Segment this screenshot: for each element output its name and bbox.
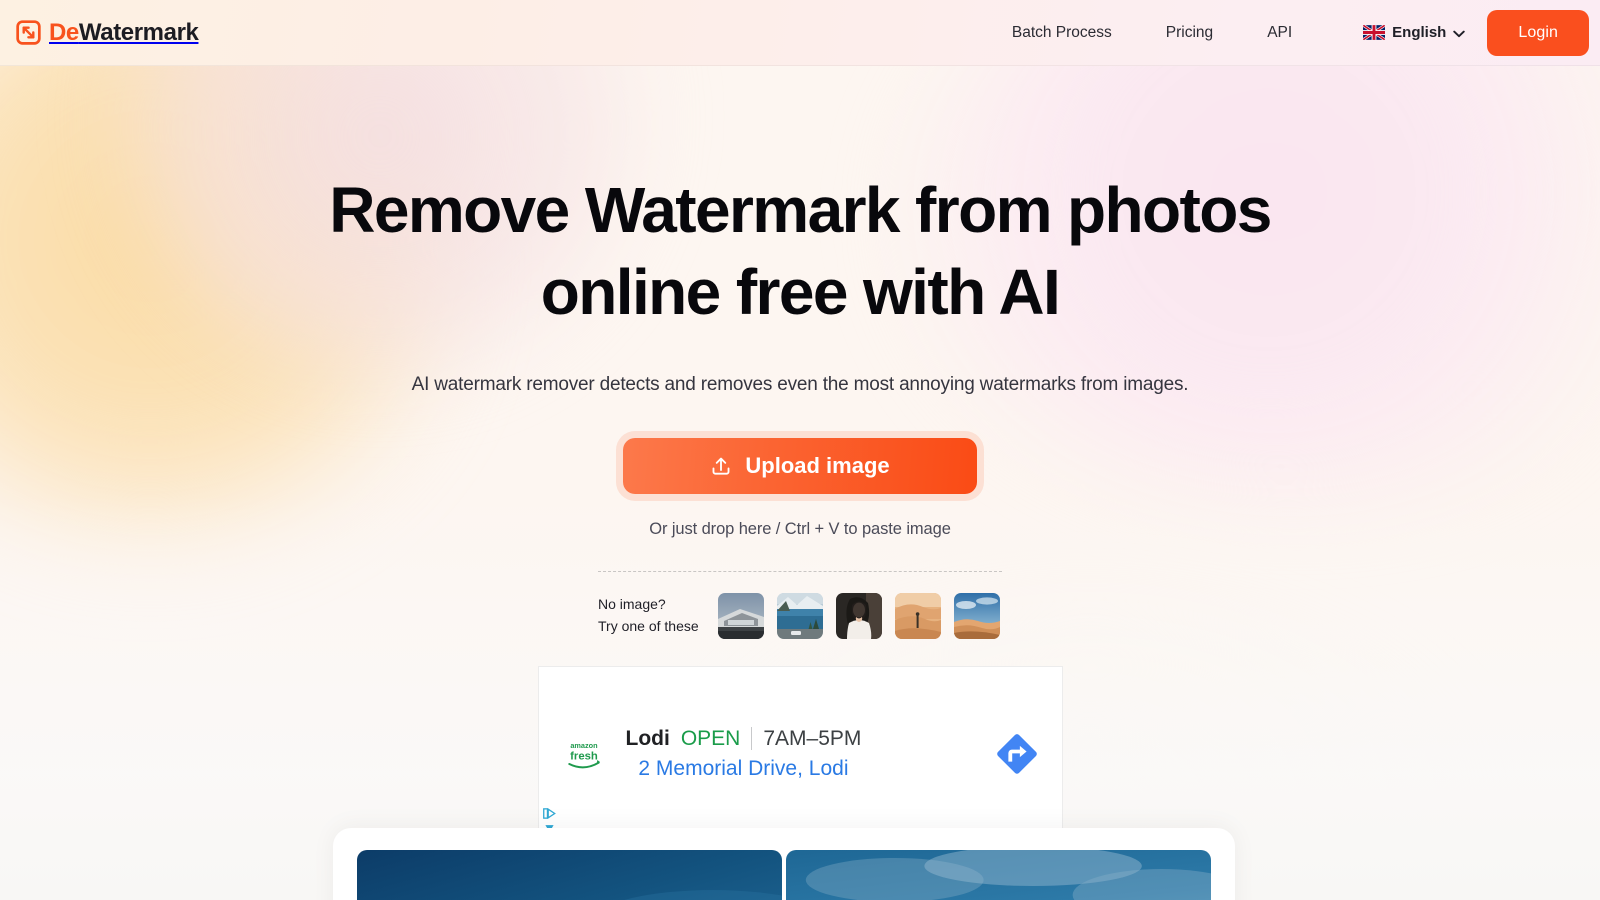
- sample-thumb-portrait[interactable]: [835, 592, 882, 639]
- nav-batch-process[interactable]: Batch Process: [985, 0, 1139, 66]
- preview-panel-after-image: [786, 850, 1211, 900]
- sample-thumb-portrait-image: [835, 592, 882, 639]
- advertisement-slot: amazon fresh Lodi OPEN 7AM–5PM 2 Memoria…: [537, 665, 1063, 842]
- uk-flag-icon: [1363, 25, 1386, 40]
- ad-store-name: Lodi: [625, 726, 670, 750]
- sample-thumb-desert-sky-image: [953, 592, 1000, 639]
- ad-headline-row: Lodi OPEN 7AM–5PM: [625, 726, 861, 750]
- sample-thumb-desert-sky[interactable]: [953, 592, 1000, 639]
- sample-thumb-mountain-lake[interactable]: [776, 592, 823, 639]
- amazon-fresh-logo-icon: amazon fresh: [567, 741, 600, 769]
- drop-hint-text: Or just drop here / Ctrl + V to paste im…: [649, 519, 951, 538]
- sample-thumb-house-image: [717, 592, 764, 639]
- brand-name-prefix: De: [49, 18, 79, 46]
- upload-icon: [712, 457, 730, 475]
- brand-logo[interactable]: DeWatermark: [16, 18, 199, 46]
- login-button[interactable]: Login: [1487, 9, 1589, 56]
- samples-divider: [598, 570, 1002, 572]
- ad-hours: 7AM–5PM: [751, 726, 861, 750]
- ad-text-block: Lodi OPEN 7AM–5PM 2 Memorial Drive, Lodi: [625, 726, 862, 781]
- language-switcher[interactable]: English: [1319, 24, 1481, 41]
- sample-thumb-desert-person[interactable]: [894, 592, 941, 639]
- brand-name: DeWatermark: [49, 18, 199, 46]
- chevron-down-icon: [1453, 30, 1466, 37]
- comparison-panels: [357, 850, 1211, 900]
- ad-address-link[interactable]: 2 Memorial Drive, Lodi: [626, 757, 862, 781]
- comparison-preview-card: [333, 828, 1235, 900]
- sample-images-row: No image? Try one of these: [598, 592, 1002, 639]
- svg-text:fresh: fresh: [570, 750, 598, 762]
- directions-diamond-icon[interactable]: [994, 731, 1040, 777]
- ad-open-status: OPEN: [680, 726, 741, 750]
- sample-thumb-desert-person-image: [894, 592, 941, 639]
- hero-section: Remove Watermark from photos online free…: [0, 170, 1600, 842]
- preview-panel-before[interactable]: [357, 850, 782, 900]
- samples-caption: No image? Try one of these: [598, 596, 699, 634]
- brand-name-suffix: Watermark: [78, 18, 199, 46]
- page-title: Remove Watermark from photos online free…: [329, 174, 1272, 328]
- nav-pricing[interactable]: Pricing: [1139, 0, 1240, 66]
- main-navigation: Batch Process Pricing API English Login: [985, 0, 1600, 66]
- nav-api[interactable]: API: [1240, 0, 1319, 66]
- hero-subtitle: AI watermark remover detects and removes…: [411, 373, 1189, 395]
- svg-text:amazon: amazon: [570, 741, 598, 750]
- ad-content[interactable]: amazon fresh Lodi OPEN 7AM–5PM 2 Memoria…: [539, 726, 1062, 781]
- resize-arrow-square-icon: [16, 20, 41, 45]
- upload-button-label: Upload image: [745, 452, 890, 478]
- upload-image-button[interactable]: Upload image: [623, 437, 977, 494]
- site-header: DeWatermark Batch Process Pricing API En…: [0, 0, 1600, 66]
- sample-thumb-house[interactable]: [717, 592, 764, 639]
- sample-thumb-mountain-lake-image: [776, 592, 823, 639]
- language-label: English: [1392, 24, 1447, 41]
- adchoices-icon[interactable]: [542, 807, 556, 820]
- preview-panel-after[interactable]: [786, 850, 1211, 900]
- preview-panel-before-image: [357, 850, 782, 900]
